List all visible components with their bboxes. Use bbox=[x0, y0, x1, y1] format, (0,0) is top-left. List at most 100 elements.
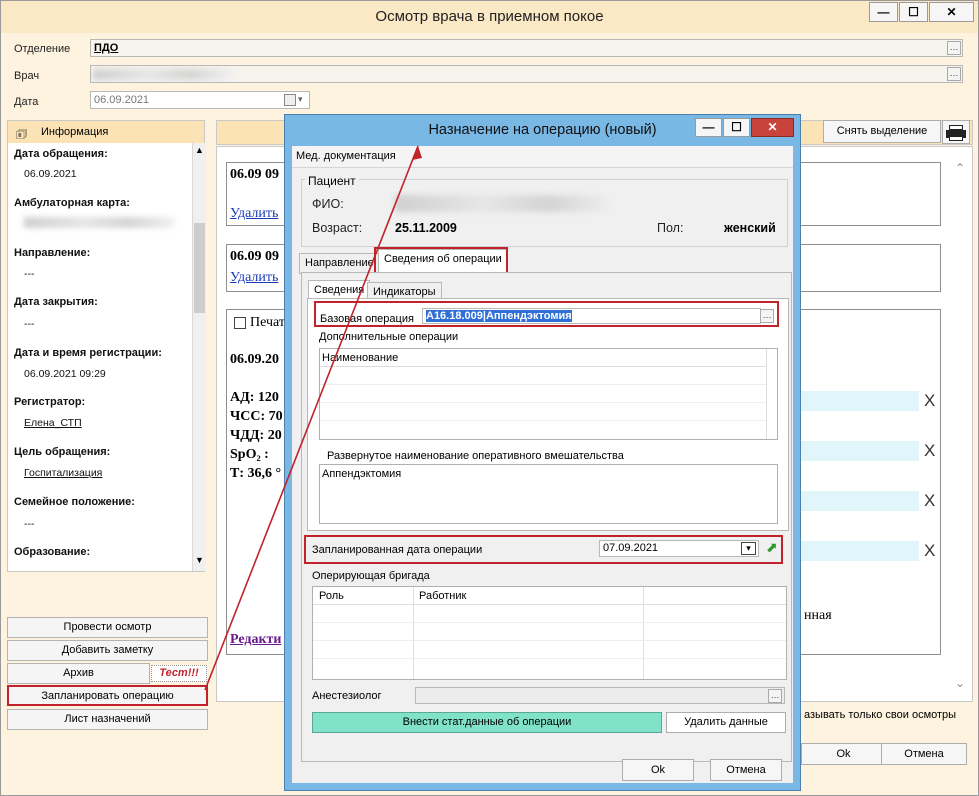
exam-button[interactable]: Провести осмотр bbox=[7, 617, 208, 638]
anesthesiologist-field[interactable] bbox=[415, 687, 785, 704]
planned-date-label: Запланированная дата операции bbox=[312, 544, 483, 556]
base-operation-picker-icon[interactable]: … bbox=[760, 309, 774, 323]
main-titlebar: Осмотр врача в приемном покое — ☐ ✕ bbox=[1, 1, 978, 33]
team-col-role: Роль bbox=[319, 590, 344, 602]
sidebar-label-visit-date: Дата обращения: bbox=[14, 148, 108, 160]
department-label: Отделение bbox=[14, 43, 71, 55]
menu-med-docs[interactable]: Мед. документация bbox=[296, 150, 396, 162]
dialog-body: Мед. документация Пациент ФИО: Возраст: … bbox=[292, 146, 793, 783]
dialog-close-button[interactable]: ✕ bbox=[751, 118, 794, 137]
scroll-up-icon[interactable]: ▲ bbox=[195, 145, 204, 155]
printer-icon[interactable] bbox=[942, 120, 970, 144]
test-badge: Тест!!! bbox=[151, 665, 207, 682]
patient-group bbox=[301, 179, 788, 247]
additional-ops-header: Наименование bbox=[322, 352, 399, 364]
extended-name-value: Аппендэктомия bbox=[322, 468, 402, 480]
team-label: Оперирующая бригада bbox=[312, 570, 430, 582]
sidebar-value-reg-datetime: 06.09.2021 09:29 bbox=[24, 368, 106, 380]
vital-temp: Т: 36,6 ° bbox=[230, 466, 282, 481]
row-highlight-2 bbox=[801, 441, 919, 461]
records-scroll-up-icon[interactable]: ⌃ bbox=[955, 161, 965, 175]
operation-dialog: Назначение на операцию (новый) — ☐ ✕ Мед… bbox=[284, 114, 801, 791]
vital-bp: АД: 120 bbox=[230, 390, 279, 405]
record-1-delete-link[interactable]: Удалить bbox=[230, 206, 278, 222]
edit-link[interactable]: Редакти bbox=[230, 632, 282, 648]
clear-selection-button[interactable]: Снять выделение bbox=[823, 120, 941, 143]
stat-data-button[interactable]: Внести стат.данные об операции bbox=[312, 712, 662, 733]
sidebar-label-purpose: Цель обращения: bbox=[14, 446, 111, 458]
sidebar-label-registrar: Регистратор: bbox=[14, 396, 86, 408]
record-2-delete-link[interactable]: Удалить bbox=[230, 270, 278, 286]
remove-row-2-icon[interactable]: X bbox=[924, 441, 935, 461]
plan-operation-button[interactable]: Запланировать операцию bbox=[7, 685, 208, 706]
dialog-cancel-button[interactable]: Отмена bbox=[710, 759, 782, 781]
archive-button[interactable]: Архив bbox=[7, 663, 150, 684]
patient-name-redacted bbox=[395, 195, 615, 212]
sidebar-header: 🗊 Информация bbox=[8, 121, 204, 143]
department-picker-icon[interactable]: … bbox=[947, 41, 961, 55]
chevron-down-icon[interactable]: ▾ bbox=[298, 94, 303, 105]
subtab-info[interactable]: Сведения bbox=[308, 280, 371, 300]
department-field[interactable]: ПДО bbox=[90, 39, 963, 57]
minimize-button[interactable]: — bbox=[869, 2, 898, 22]
doctor-name-redacted bbox=[93, 69, 233, 80]
calendar-icon[interactable] bbox=[284, 94, 296, 106]
dialog-maximize-button[interactable]: ☐ bbox=[723, 118, 750, 137]
planned-date-field[interactable]: 07.09.2021 bbox=[599, 540, 759, 557]
delete-data-button[interactable]: Удалить данные bbox=[666, 712, 786, 733]
additional-ops-grid[interactable]: Наименование bbox=[319, 348, 778, 440]
sidebar-header-label: Информация bbox=[41, 126, 109, 138]
tab-direction[interactable]: Направление bbox=[299, 253, 380, 274]
patient-group-label: Пациент bbox=[305, 174, 359, 188]
sidebar-value-visit-date: 06.09.2021 bbox=[24, 168, 77, 180]
extended-name-textarea[interactable]: Аппендэктомия bbox=[319, 464, 778, 524]
dialog-minimize-button[interactable]: — bbox=[695, 118, 722, 137]
record-1-date: 06.09 09 bbox=[230, 167, 279, 182]
records-scroll-down-icon[interactable]: ⌄ bbox=[955, 676, 965, 690]
scroll-thumb[interactable] bbox=[194, 223, 205, 313]
vital-hr: ЧСС: 70 bbox=[230, 409, 283, 424]
date-field[interactable]: 06.09.2021 bbox=[90, 91, 310, 109]
doctor-picker-icon[interactable]: … bbox=[947, 67, 961, 81]
main-ok-button[interactable]: Ok bbox=[801, 743, 886, 765]
record-partial-text: нная bbox=[804, 608, 832, 623]
sidebar-label-reg-datetime: Дата и время регистрации: bbox=[14, 347, 162, 359]
prescriptions-button[interactable]: Лист назначений bbox=[7, 709, 208, 730]
doctor-field[interactable] bbox=[90, 65, 963, 83]
info-icon: 🗊 bbox=[16, 127, 28, 141]
anesthesiologist-picker-icon[interactable]: … bbox=[768, 689, 782, 703]
dob-label: Возраст: bbox=[312, 221, 363, 235]
main-window-title: Осмотр врача в приемном покое bbox=[375, 8, 604, 25]
remove-row-1-icon[interactable]: X bbox=[924, 391, 935, 411]
planned-date-dropdown-icon[interactable]: ▾ bbox=[741, 542, 756, 555]
dialog-ok-button[interactable]: Ok bbox=[622, 759, 694, 781]
team-col-worker: Работник bbox=[419, 590, 467, 602]
sidebar-label-card: Амбулаторная карта: bbox=[14, 197, 130, 209]
sex-value: женский bbox=[724, 221, 776, 235]
additional-ops-label: Дополнительные операции bbox=[319, 331, 459, 343]
fio-label: ФИО: bbox=[312, 197, 344, 211]
own-only-label: азывать только свои осмотры bbox=[804, 709, 957, 721]
sidebar-scrollbar[interactable]: ▲ ▼ bbox=[192, 143, 206, 571]
dialog-menubar: Мед. документация bbox=[292, 146, 793, 168]
sidebar-label-marital: Семейное положение: bbox=[14, 496, 135, 508]
scroll-down-icon[interactable]: ▼ bbox=[195, 555, 204, 565]
team-grid[interactable]: Роль Работник bbox=[312, 586, 787, 680]
sidebar-value-purpose[interactable]: Госпитализация bbox=[24, 467, 102, 479]
main-cancel-button[interactable]: Отмена bbox=[881, 743, 967, 765]
add-note-button[interactable]: Добавить заметку bbox=[7, 640, 208, 661]
row-highlight-1 bbox=[801, 391, 919, 411]
row-highlight-3 bbox=[801, 491, 919, 511]
sidebar-value-registrar[interactable]: Елена_СТП bbox=[24, 417, 82, 429]
chart-arrow-icon[interactable]: ⬈ bbox=[766, 539, 778, 556]
row-highlight-4 bbox=[801, 541, 919, 561]
sidebar-label-referral: Направление: bbox=[14, 247, 91, 259]
base-operation-field[interactable]: A16.18.009|Аппендэктомия bbox=[422, 308, 761, 324]
sidebar-label-close-date: Дата закрытия: bbox=[14, 296, 98, 308]
print-checkbox[interactable] bbox=[234, 317, 246, 329]
remove-row-3-icon[interactable]: X bbox=[924, 491, 935, 511]
maximize-button[interactable]: ☐ bbox=[899, 2, 928, 22]
card-number-redacted bbox=[24, 217, 174, 228]
close-button[interactable]: ✕ bbox=[929, 2, 974, 22]
remove-row-4-icon[interactable]: X bbox=[924, 541, 935, 561]
